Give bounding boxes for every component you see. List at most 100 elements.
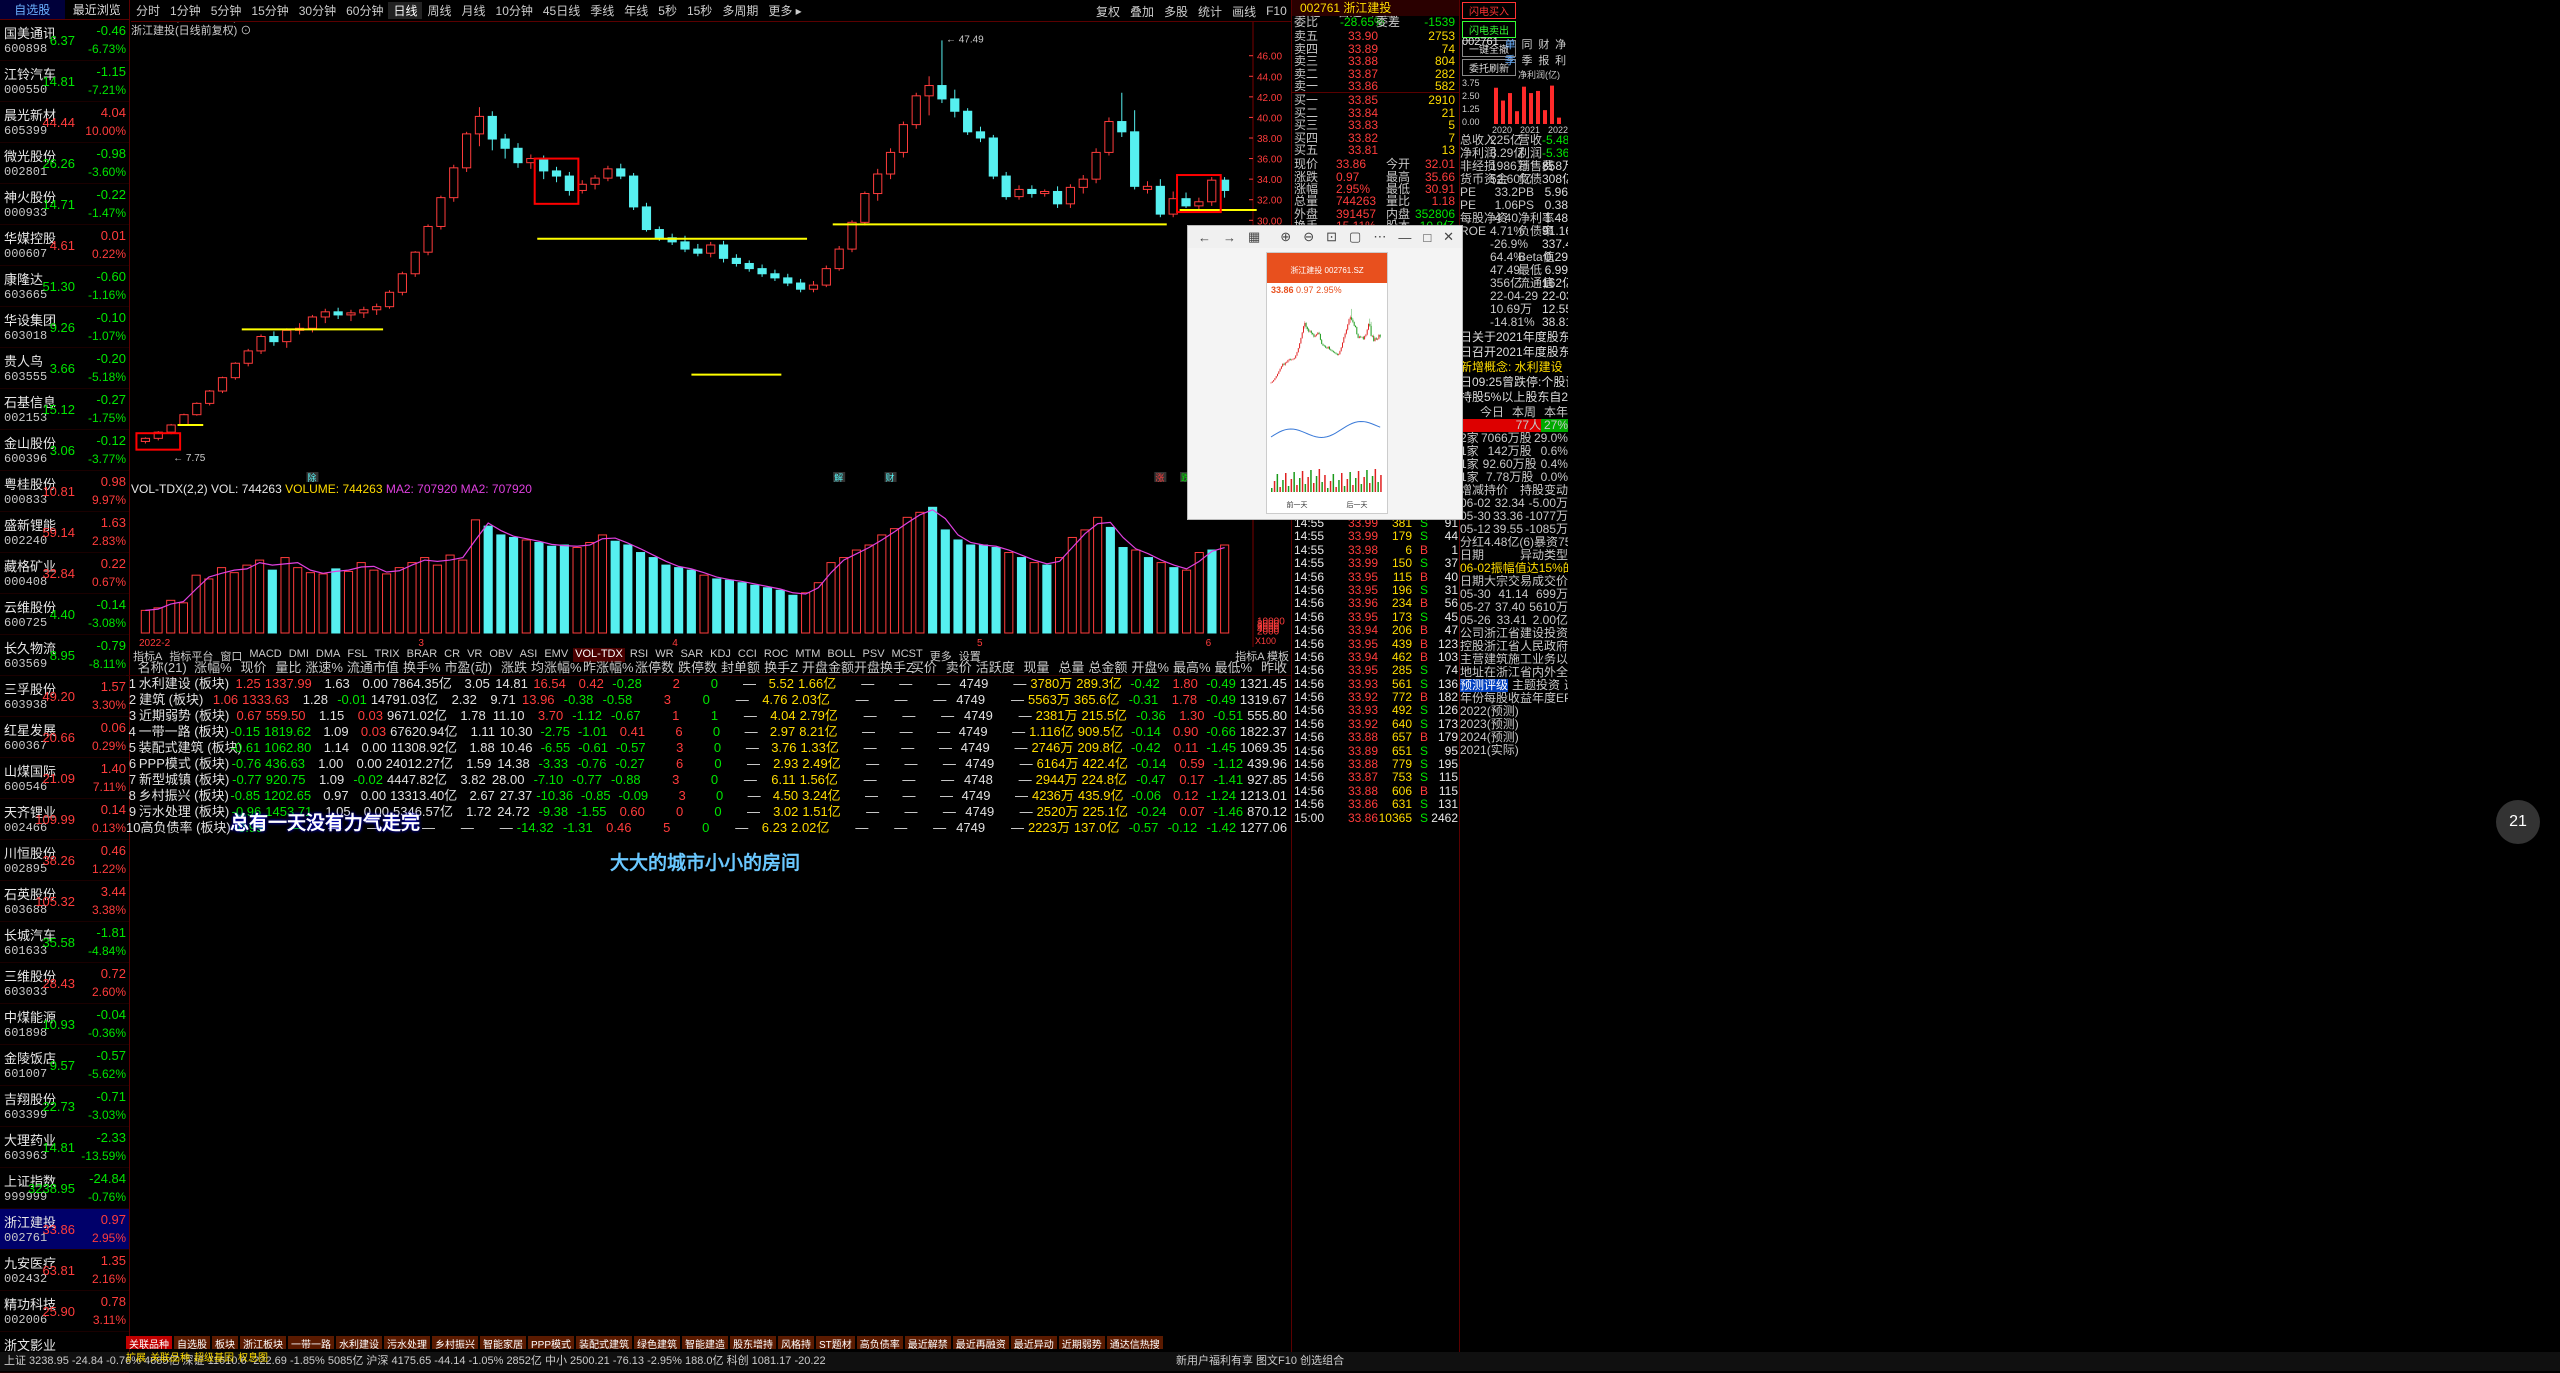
flow-tab[interactable]: 今日 [1480, 406, 1504, 419]
watchlist-item[interactable]: 神火股份 000933 14.71 -0.22 -1.47% [0, 184, 129, 225]
period-多周期[interactable]: 多周期 [717, 2, 763, 19]
sector-header-cell[interactable]: 现价 [236, 660, 271, 675]
ext-tab[interactable]: 扩展 [126, 1349, 146, 1364]
watchlist-item[interactable]: 三维股份 603033 28.43 0.72 2.60% [0, 963, 129, 1004]
sector-header-cell[interactable]: 流通市值 [347, 660, 403, 675]
close-icon[interactable]: ✕ [1443, 229, 1454, 245]
sector-header-cell[interactable]: 涨停数 [635, 660, 678, 675]
related-tab[interactable]: 智能家居 [480, 1336, 526, 1349]
sector-header-cell[interactable]: 开盘% [1131, 660, 1173, 675]
tool-F10[interactable]: F10 [1261, 4, 1292, 18]
tab-recent[interactable]: 最近浏览 [65, 0, 130, 19]
ext-tab[interactable]: 关联品种 [150, 1349, 190, 1364]
window-icon[interactable]: ▢ [1349, 229, 1361, 245]
period-月线[interactable]: 月线 [457, 2, 491, 19]
ext-tab[interactable]: 超级基因 [194, 1349, 234, 1364]
sector-header-cell[interactable]: 封单额 [721, 660, 764, 675]
tool-叠加[interactable]: 叠加 [1125, 3, 1159, 20]
sector-header-cell[interactable]: 总量 [1054, 660, 1089, 675]
sector-row[interactable]: 2 建筑 (板块) 1.06 1333.63 1.28 -0.01 14791.03亿 2.3… [126, 692, 1291, 708]
sector-header-cell[interactable]: 量比 [271, 660, 306, 675]
sector-row[interactable]: 3 近期弱势 (板块) 0.67 559.50 1.15 0.03 9671.02亿 1.78… [126, 708, 1291, 724]
period-日线[interactable]: 日线 [388, 2, 423, 19]
related-tab[interactable]: 绿色建筑 [634, 1336, 681, 1349]
watchlist-item[interactable]: 江铃汽车 000550 14.81 -1.15 -7.21% [0, 61, 129, 102]
watchlist-item[interactable]: 上证指数 999999 3238.95 -24.84 -0.76% [0, 1168, 129, 1209]
related-tab[interactable]: 污水处理 [384, 1336, 430, 1349]
related-tab[interactable]: 关联品种 [126, 1336, 172, 1349]
watchlist-item[interactable]: 晨光新材 605399 44.44 4.04 10.00% [0, 102, 129, 143]
watchlist-item[interactable]: 微光股份 002801 26.26 -0.98 -3.60% [0, 143, 129, 184]
period-5秒[interactable]: 5秒 [653, 2, 682, 19]
watchlist-item[interactable]: 九安医疗 002432 63.81 1.35 2.16% [0, 1250, 129, 1291]
period-年线[interactable]: 年线 [619, 2, 653, 19]
watchlist-item[interactable]: 精功科技 002006 25.90 0.78 3.11% [0, 1291, 129, 1332]
sector-header-cell[interactable]: 换手Z [764, 660, 802, 675]
back-icon[interactable]: ← [1198, 230, 1211, 245]
related-tab[interactable]: 最近异动 [1010, 1336, 1057, 1349]
watchlist-item[interactable]: 大理药业 603963 14.81 -2.33 -13.59% [0, 1127, 129, 1168]
minimize-icon[interactable]: — [1398, 230, 1411, 245]
zoom-out-icon[interactable]: ⊖ [1303, 229, 1314, 245]
tool-统计[interactable]: 统计 [1193, 3, 1227, 20]
sector-header-cell[interactable]: 开盘金额 [802, 660, 854, 675]
grid-icon[interactable]: ▦ [1248, 229, 1260, 245]
related-tab[interactable]: 通达信热搜 [1106, 1336, 1163, 1349]
period-30分钟[interactable]: 30分钟 [294, 2, 341, 19]
watchlist-item[interactable]: 华媒控股 000607 4.61 0.01 0.22% [0, 225, 129, 266]
related-tab[interactable]: 一带一路 [288, 1336, 334, 1349]
period-10分钟[interactable]: 10分钟 [491, 2, 538, 19]
sector-header-cell[interactable]: 开盘换手Z [854, 660, 914, 675]
period-15分钟[interactable]: 15分钟 [246, 2, 293, 19]
f10-tab[interactable]: 同季 [1522, 36, 1535, 68]
watchlist-item[interactable]: 三孚股份 603938 49.20 1.57 3.30% [0, 676, 129, 717]
related-tab[interactable]: 乡村振兴 [432, 1336, 478, 1349]
watchlist-item[interactable]: 红星发展 600367 20.66 0.06 0.29% [0, 717, 129, 758]
watchlist-item[interactable]: 金陵饭店 601007 9.57 -0.57 -5.62% [0, 1045, 129, 1086]
maximize-icon[interactable]: □ [1423, 230, 1431, 245]
sector-header-cell[interactable]: 跌停数 [678, 660, 721, 675]
f10-news-item[interactable]: 日关于2021年度股东大会... [1460, 331, 1568, 346]
f10-news-item[interactable]: 日09:25曾跌停:个股调整> [1460, 376, 1568, 391]
period-更多 ▸[interactable]: 更多 ▸ [763, 2, 806, 19]
sector-row[interactable]: 7 新型城镇 (板块) -0.77 920.75 1.09 -0.02 4447.82亿 3.… [126, 772, 1291, 788]
watchlist-item[interactable]: 长城汽车 601633 35.58 -1.81 -4.84% [0, 922, 129, 963]
watchlist-item[interactable]: 粤桂股份 000833 10.81 0.98 9.97% [0, 471, 129, 512]
watchlist-item[interactable]: 金山股份 600396 3.06 -0.12 -3.77% [0, 430, 129, 471]
f10-news-item[interactable]: 新增概念: 水利建设 [1460, 361, 1568, 376]
sector-row[interactable]: 8 乡村振兴 (板块) -0.85 1202.65 0.97 0.00 13313.40亿 2… [126, 788, 1291, 804]
related-tab[interactable]: 最近解禁 [904, 1336, 951, 1349]
ext-tab[interactable]: 权息图 [238, 1349, 268, 1364]
watchlist-item[interactable]: 云维股份 600725 4.40 -0.14 -3.08% [0, 594, 129, 635]
watchlist-item[interactable]: 国美通讯 600898 6.37 -0.46 -6.73% [0, 20, 129, 61]
sector-header-cell[interactable]: 涨速% [305, 660, 347, 675]
sector-row[interactable]: 6 PPP模式 (板块) -0.76 436.63 1.00 0.00 24012.27亿 1… [126, 756, 1291, 772]
f10-news-item[interactable]: 持股5%以上股东自2022-... [1460, 391, 1568, 406]
sector-header-cell[interactable]: 最低% [1215, 660, 1257, 675]
tool-多股[interactable]: 多股 [1159, 3, 1193, 20]
watchlist-item[interactable]: 藏格矿业 000408 32.84 0.22 0.67% [0, 553, 129, 594]
sector-header-cell[interactable]: 涨幅% [194, 660, 236, 675]
related-tab[interactable]: 浙江板块 [240, 1336, 286, 1349]
volume-chart[interactable]: 100008000600040002000X1002022-2 3 4 5 6 [131, 497, 1291, 647]
period-1分钟[interactable]: 1分钟 [165, 2, 206, 19]
related-tab[interactable]: 装配式建筑 [576, 1336, 633, 1349]
watchlist-item[interactable]: 华设集团 603018 9.26 -0.10 -1.07% [0, 307, 129, 348]
period-5分钟[interactable]: 5分钟 [206, 2, 247, 19]
related-tab[interactable]: 水利建设 [336, 1336, 382, 1349]
related-tab[interactable]: 智能建造 [682, 1336, 729, 1349]
watchlist-item[interactable]: 中煤能源 601898 10.93 -0.04 -0.36% [0, 1004, 129, 1045]
kline-chart[interactable]: 46.00 44.00 42.00 40.00 38.00 36.00 34.00 32.00… [131, 22, 1291, 482]
related-tab[interactable]: PPP模式 [528, 1336, 575, 1349]
related-tab[interactable]: 最近再融资 [952, 1336, 1009, 1349]
sector-row[interactable]: 5 装配式建筑 (板块) -0.61 1062.80 1.14 0.00 11308.92亿… [126, 740, 1291, 756]
sector-header-cell[interactable]: 昨涨幅% [583, 660, 635, 675]
sector-header-cell[interactable]: 均涨幅% [531, 660, 583, 675]
sector-header-cell[interactable]: 卖价 [941, 660, 976, 675]
period-60分钟[interactable]: 60分钟 [341, 2, 388, 19]
sell-level[interactable]: 卖五 33.90 2753 [1292, 30, 1459, 43]
tool-复权[interactable]: 复权 [1091, 3, 1125, 20]
watchlist-item[interactable]: 山煤国际 600546 21.09 1.40 7.11% [0, 758, 129, 799]
zoom-badge[interactable]: 21 [2496, 800, 2540, 844]
zoom-in-icon[interactable]: ⊕ [1280, 229, 1291, 245]
